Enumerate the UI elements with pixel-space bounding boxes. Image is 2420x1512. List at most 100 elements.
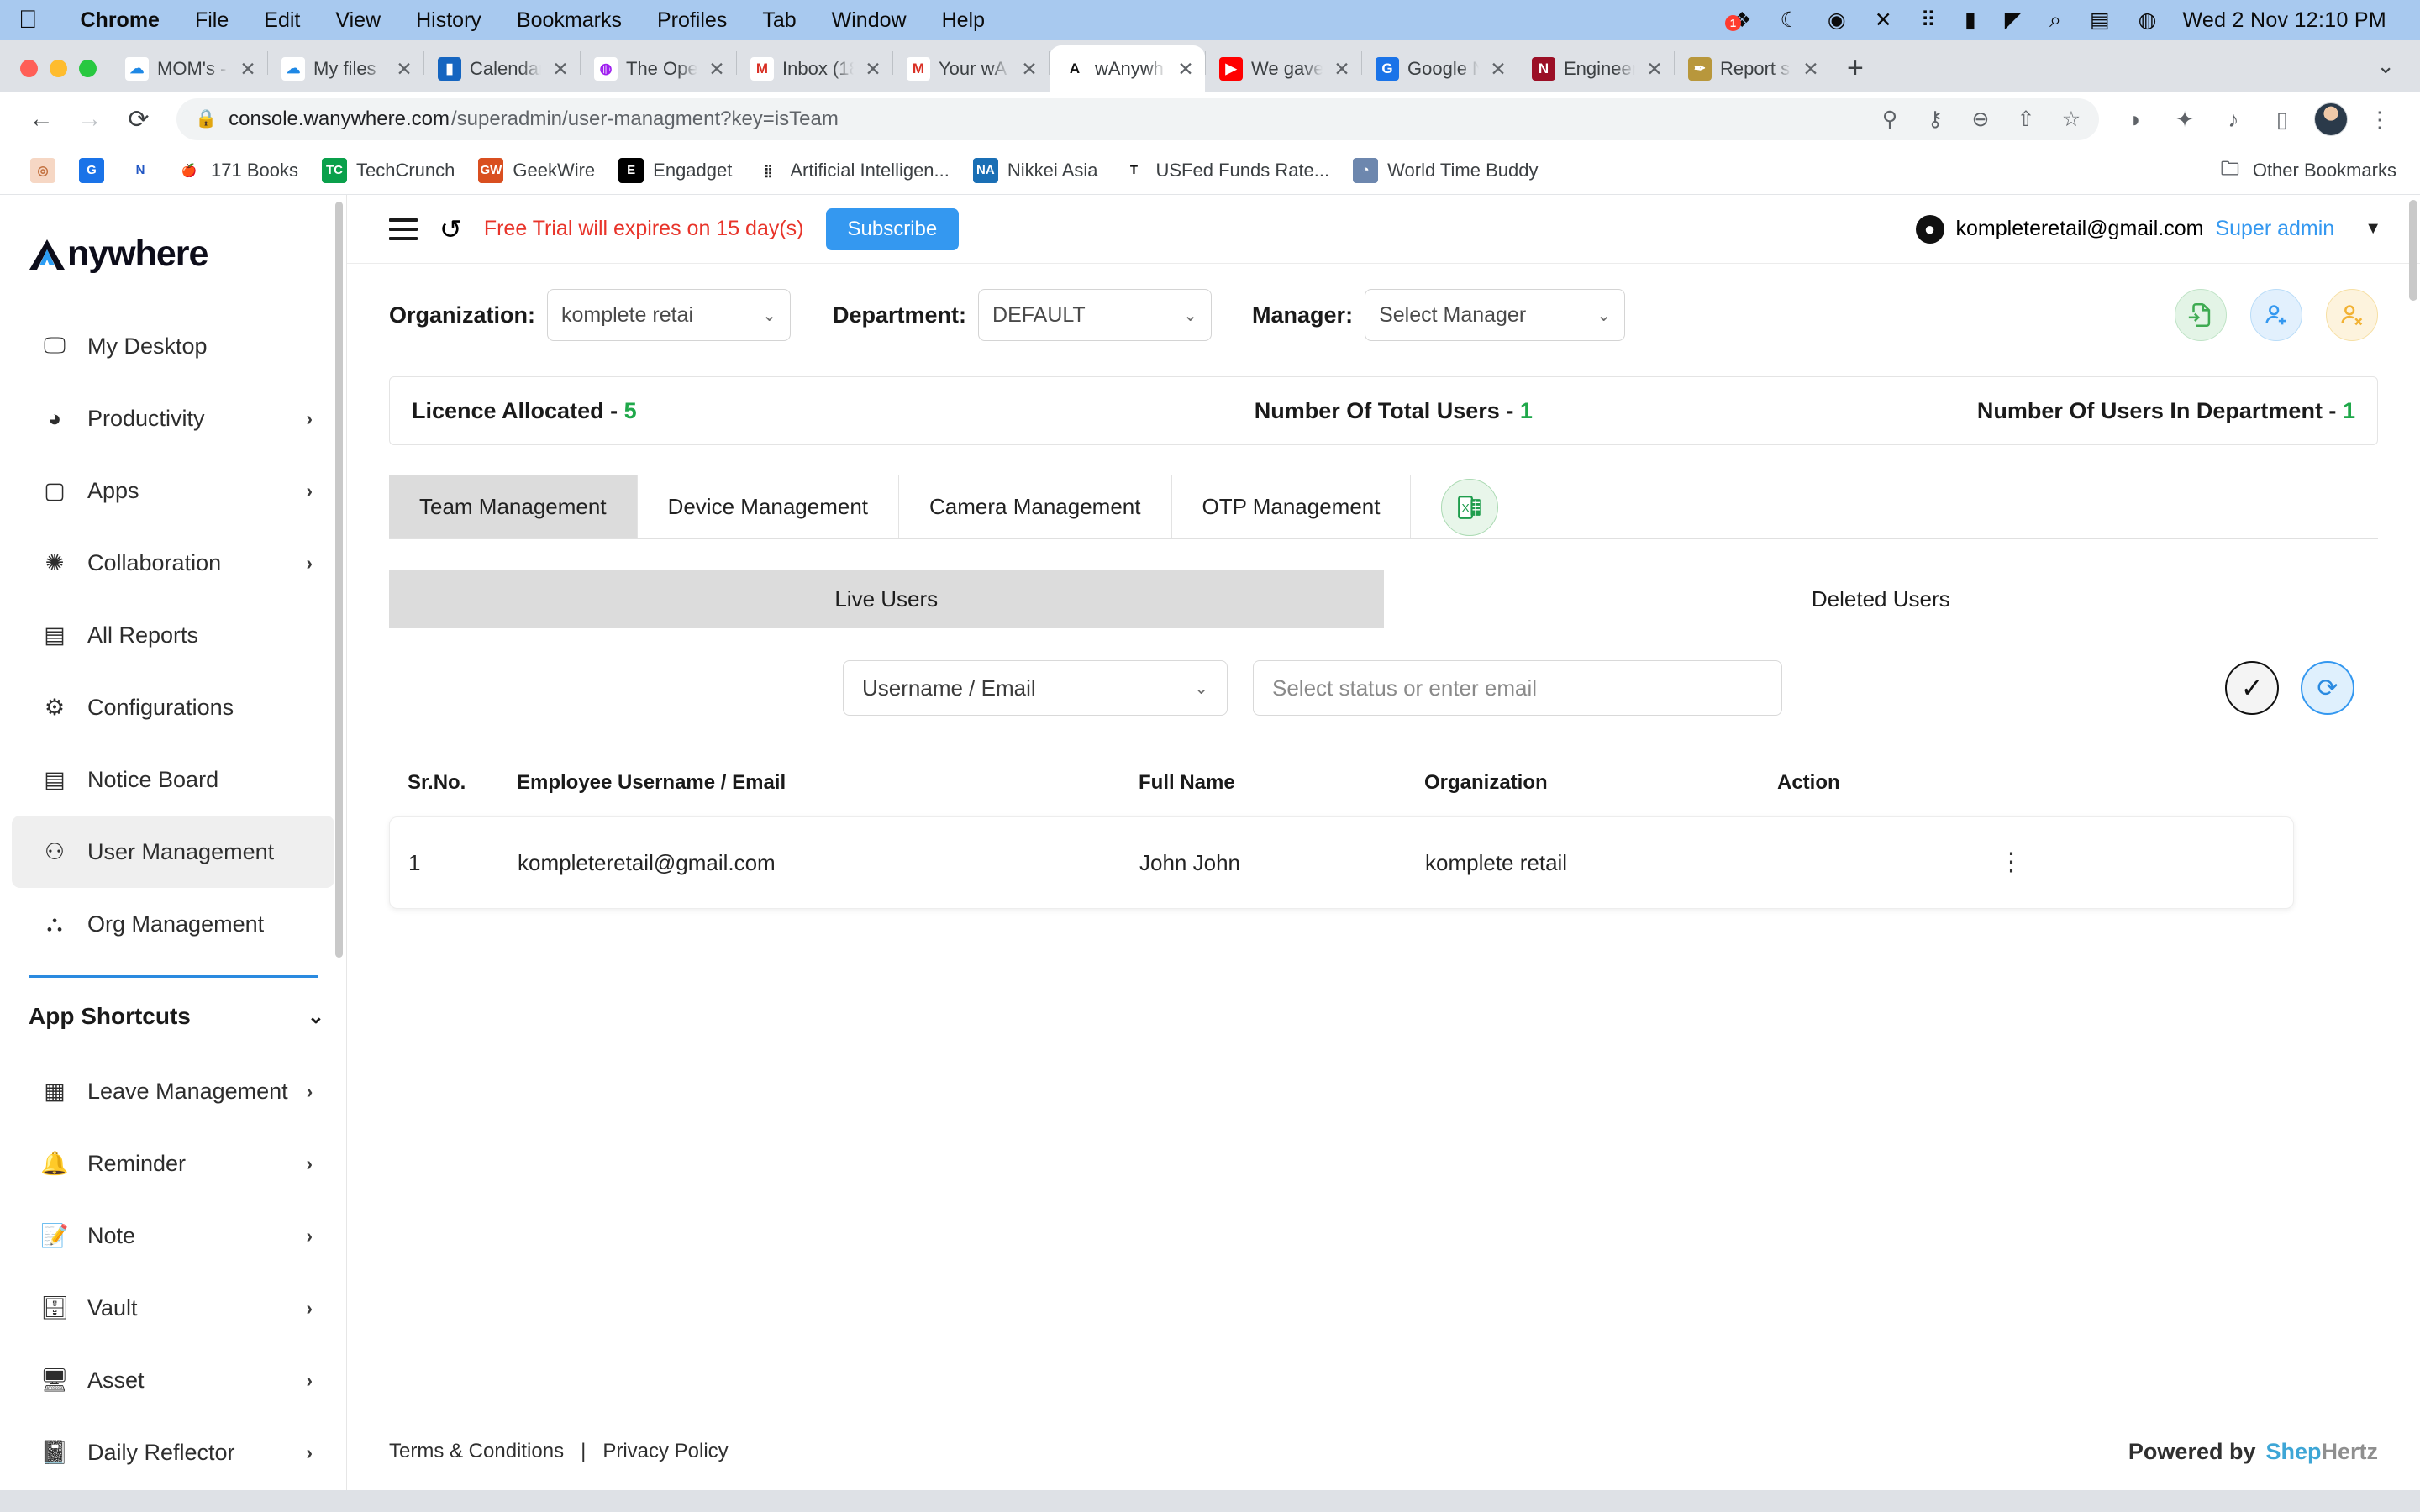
chevron-down-icon[interactable]: ▼: [2365, 219, 2381, 239]
side-panel-icon[interactable]: ▯: [2260, 97, 2304, 141]
menu-profiles[interactable]: Profiles: [639, 8, 744, 33]
row-action-menu-icon[interactable]: ⋮: [1778, 850, 2244, 875]
new-tab-button[interactable]: +: [1830, 54, 1881, 92]
browser-tab[interactable]: N Engineer ✕: [1518, 45, 1674, 92]
browser-tab[interactable]: ☁ MOM's - ✕: [112, 45, 267, 92]
sidebar-item-my-desktop[interactable]: 🖵 My Desktop: [12, 310, 334, 382]
main-scrollbar[interactable]: [2409, 200, 2417, 301]
user-menu[interactable]: ● kompleteretail@gmail.com Super admin ▼: [1915, 214, 2381, 244]
search-field-select[interactable]: Username / Email ⌄: [843, 660, 1228, 716]
sidebar-item-leave-management[interactable]: ▦ Leave Management ›: [12, 1055, 334, 1127]
close-icon[interactable]: ✕: [1331, 58, 1353, 81]
manager-select[interactable]: Select Manager ⌄: [1365, 289, 1626, 341]
sidebar-item-asset[interactable]: 🖥 Asset ›: [12, 1344, 334, 1416]
sidebar-item-daily-reflector[interactable]: 📓 Daily Reflector ›: [12, 1416, 334, 1488]
menu-clock[interactable]: Wed 2 Nov 12:10 PM: [2182, 8, 2402, 33]
sidebar-scrollbar[interactable]: [335, 202, 343, 958]
search-submit-button[interactable]: ✓: [2225, 661, 2279, 715]
bookmark-item[interactable]: E Engadget: [607, 157, 744, 183]
browser-tab[interactable]: ▶ We gave ✕: [1206, 45, 1361, 92]
menu-view[interactable]: View: [318, 8, 398, 33]
close-icon[interactable]: ✕: [1018, 58, 1040, 81]
export-excel-icon[interactable]: X: [1441, 478, 1499, 536]
sidebar-section-app-shortcuts[interactable]: App Shortcuts ⌄: [0, 978, 346, 1055]
play-circle-icon[interactable]: ◉: [1813, 8, 1860, 33]
subscribe-button[interactable]: Subscribe: [825, 207, 960, 250]
menu-window[interactable]: Window: [814, 8, 924, 33]
close-icon[interactable]: ✕: [862, 58, 884, 81]
browser-tab[interactable]: AwAnywh ✕: [1050, 45, 1205, 92]
privacy-link[interactable]: Privacy Policy: [602, 1440, 728, 1463]
window-controls[interactable]: [12, 60, 112, 92]
close-icon[interactable]: ✕: [393, 58, 415, 81]
other-bookmarks-button[interactable]: 🗀 Other Bookmarks: [2217, 157, 2402, 183]
close-icon[interactable]: ✕: [550, 58, 571, 81]
password-key-icon[interactable]: ⚷: [1916, 100, 1954, 139]
sidebar-item-vault[interactable]: 🗄 Vault ›: [12, 1272, 334, 1344]
browser-tab[interactable]: ☁ My files ✕: [268, 45, 424, 92]
close-icon[interactable]: ✕: [1487, 58, 1509, 81]
close-icon[interactable]: ✕: [237, 58, 259, 81]
bookmark-item[interactable]: T USFed Funds Rate...: [1109, 157, 1341, 183]
bookmark-star-icon[interactable]: ☆: [2052, 100, 2091, 139]
bookmark-item[interactable]: G: [67, 157, 116, 183]
chrome-menu-icon[interactable]: ⋮: [2358, 97, 2402, 141]
share-icon[interactable]: ⇧: [2007, 100, 2045, 139]
dropbox-icon[interactable]: ❖ 1: [1718, 8, 1765, 33]
menu-file[interactable]: File: [177, 8, 246, 33]
terms-link[interactable]: Terms & Conditions: [389, 1440, 564, 1463]
menu-tab[interactable]: Tab: [744, 8, 813, 33]
control-center-icon[interactable]: ▤: [2075, 8, 2124, 33]
bookmark-item[interactable]: ⣿ Artificial Intelligen...: [744, 157, 961, 183]
back-icon[interactable]: ←: [18, 97, 64, 142]
close-icon[interactable]: ✕: [1800, 58, 1822, 81]
bookmark-item[interactable]: ◔ World Time Buddy: [1341, 157, 1549, 183]
browser-tab[interactable]: ◍ The Ope ✕: [581, 45, 736, 92]
moon-icon[interactable]: ☾: [1765, 8, 1812, 33]
tab-team-management[interactable]: Team Management: [389, 475, 638, 538]
tab-otp-management[interactable]: OTP Management: [1172, 475, 1412, 538]
remove-user-icon[interactable]: [2326, 289, 2378, 341]
close-window-button[interactable]: [20, 60, 38, 77]
bookmark-item[interactable]: TC TechCrunch: [310, 157, 466, 183]
menu-chrome[interactable]: Chrome: [63, 8, 177, 33]
browser-tab[interactable]: ✒ Report s ✕: [1675, 45, 1830, 92]
browser-tab[interactable]: G Google N ✕: [1362, 45, 1518, 92]
forward-icon[interactable]: →: [67, 97, 113, 142]
sidebar-item-reminder[interactable]: 🔔 Reminder ›: [12, 1127, 334, 1200]
add-user-icon[interactable]: [2250, 289, 2302, 341]
tab-device-management[interactable]: Device Management: [638, 475, 900, 538]
bookmark-item[interactable]: NA Nikkei Asia: [961, 157, 1110, 183]
refresh-button[interactable]: ⟳: [2301, 661, 2354, 715]
zoom-out-icon[interactable]: ⊖: [1961, 100, 2000, 139]
sidebar-item-org-management[interactable]: ⛬ Org Management: [12, 888, 334, 960]
department-select[interactable]: DEFAULT ⌄: [978, 289, 1213, 341]
location-blocked-icon[interactable]: ⚲: [1870, 100, 1909, 139]
menu-edit[interactable]: Edit: [246, 8, 318, 33]
bluetooth-off-icon[interactable]: ✕: [1860, 8, 1907, 33]
bookmark-item[interactable]: 🍎 171 Books: [165, 157, 310, 183]
siri-icon[interactable]: ◍: [2124, 8, 2171, 33]
grammarly-extension-icon[interactable]: ◗: [2114, 97, 2158, 141]
maximize-window-button[interactable]: [79, 60, 97, 77]
battery-icon[interactable]: ▮: [1950, 8, 1991, 33]
sync-icon[interactable]: ↺: [439, 213, 462, 245]
menu-history[interactable]: History: [398, 8, 499, 33]
menu-help[interactable]: Help: [924, 8, 1002, 33]
sidebar-item-user-management[interactable]: ⚇ User Management: [12, 816, 334, 888]
tab-search-button[interactable]: ⌄: [2358, 53, 2413, 92]
sidebar-item-productivity[interactable]: ◕ Productivity ›: [12, 382, 334, 454]
apple-icon[interactable]: : [18, 8, 38, 33]
search-input[interactable]: Select status or enter email: [1253, 660, 1782, 716]
import-users-icon[interactable]: [2175, 289, 2227, 341]
subtab-deleted-users[interactable]: Deleted Users: [1384, 570, 2379, 628]
sidebar-item-note[interactable]: 📝 Note ›: [12, 1200, 334, 1272]
browser-tab[interactable]: M Your wA ✕: [893, 45, 1049, 92]
sidebar-item-apps[interactable]: ▢ Apps ›: [12, 454, 334, 527]
menu-bookmarks[interactable]: Bookmarks: [499, 8, 639, 33]
close-icon[interactable]: ✕: [706, 58, 728, 81]
subtab-live-users[interactable]: Live Users: [389, 570, 1384, 628]
app-logo[interactable]: nywhere: [0, 195, 346, 275]
bookmark-item[interactable]: N: [116, 157, 165, 183]
profile-avatar[interactable]: [2309, 97, 2353, 141]
